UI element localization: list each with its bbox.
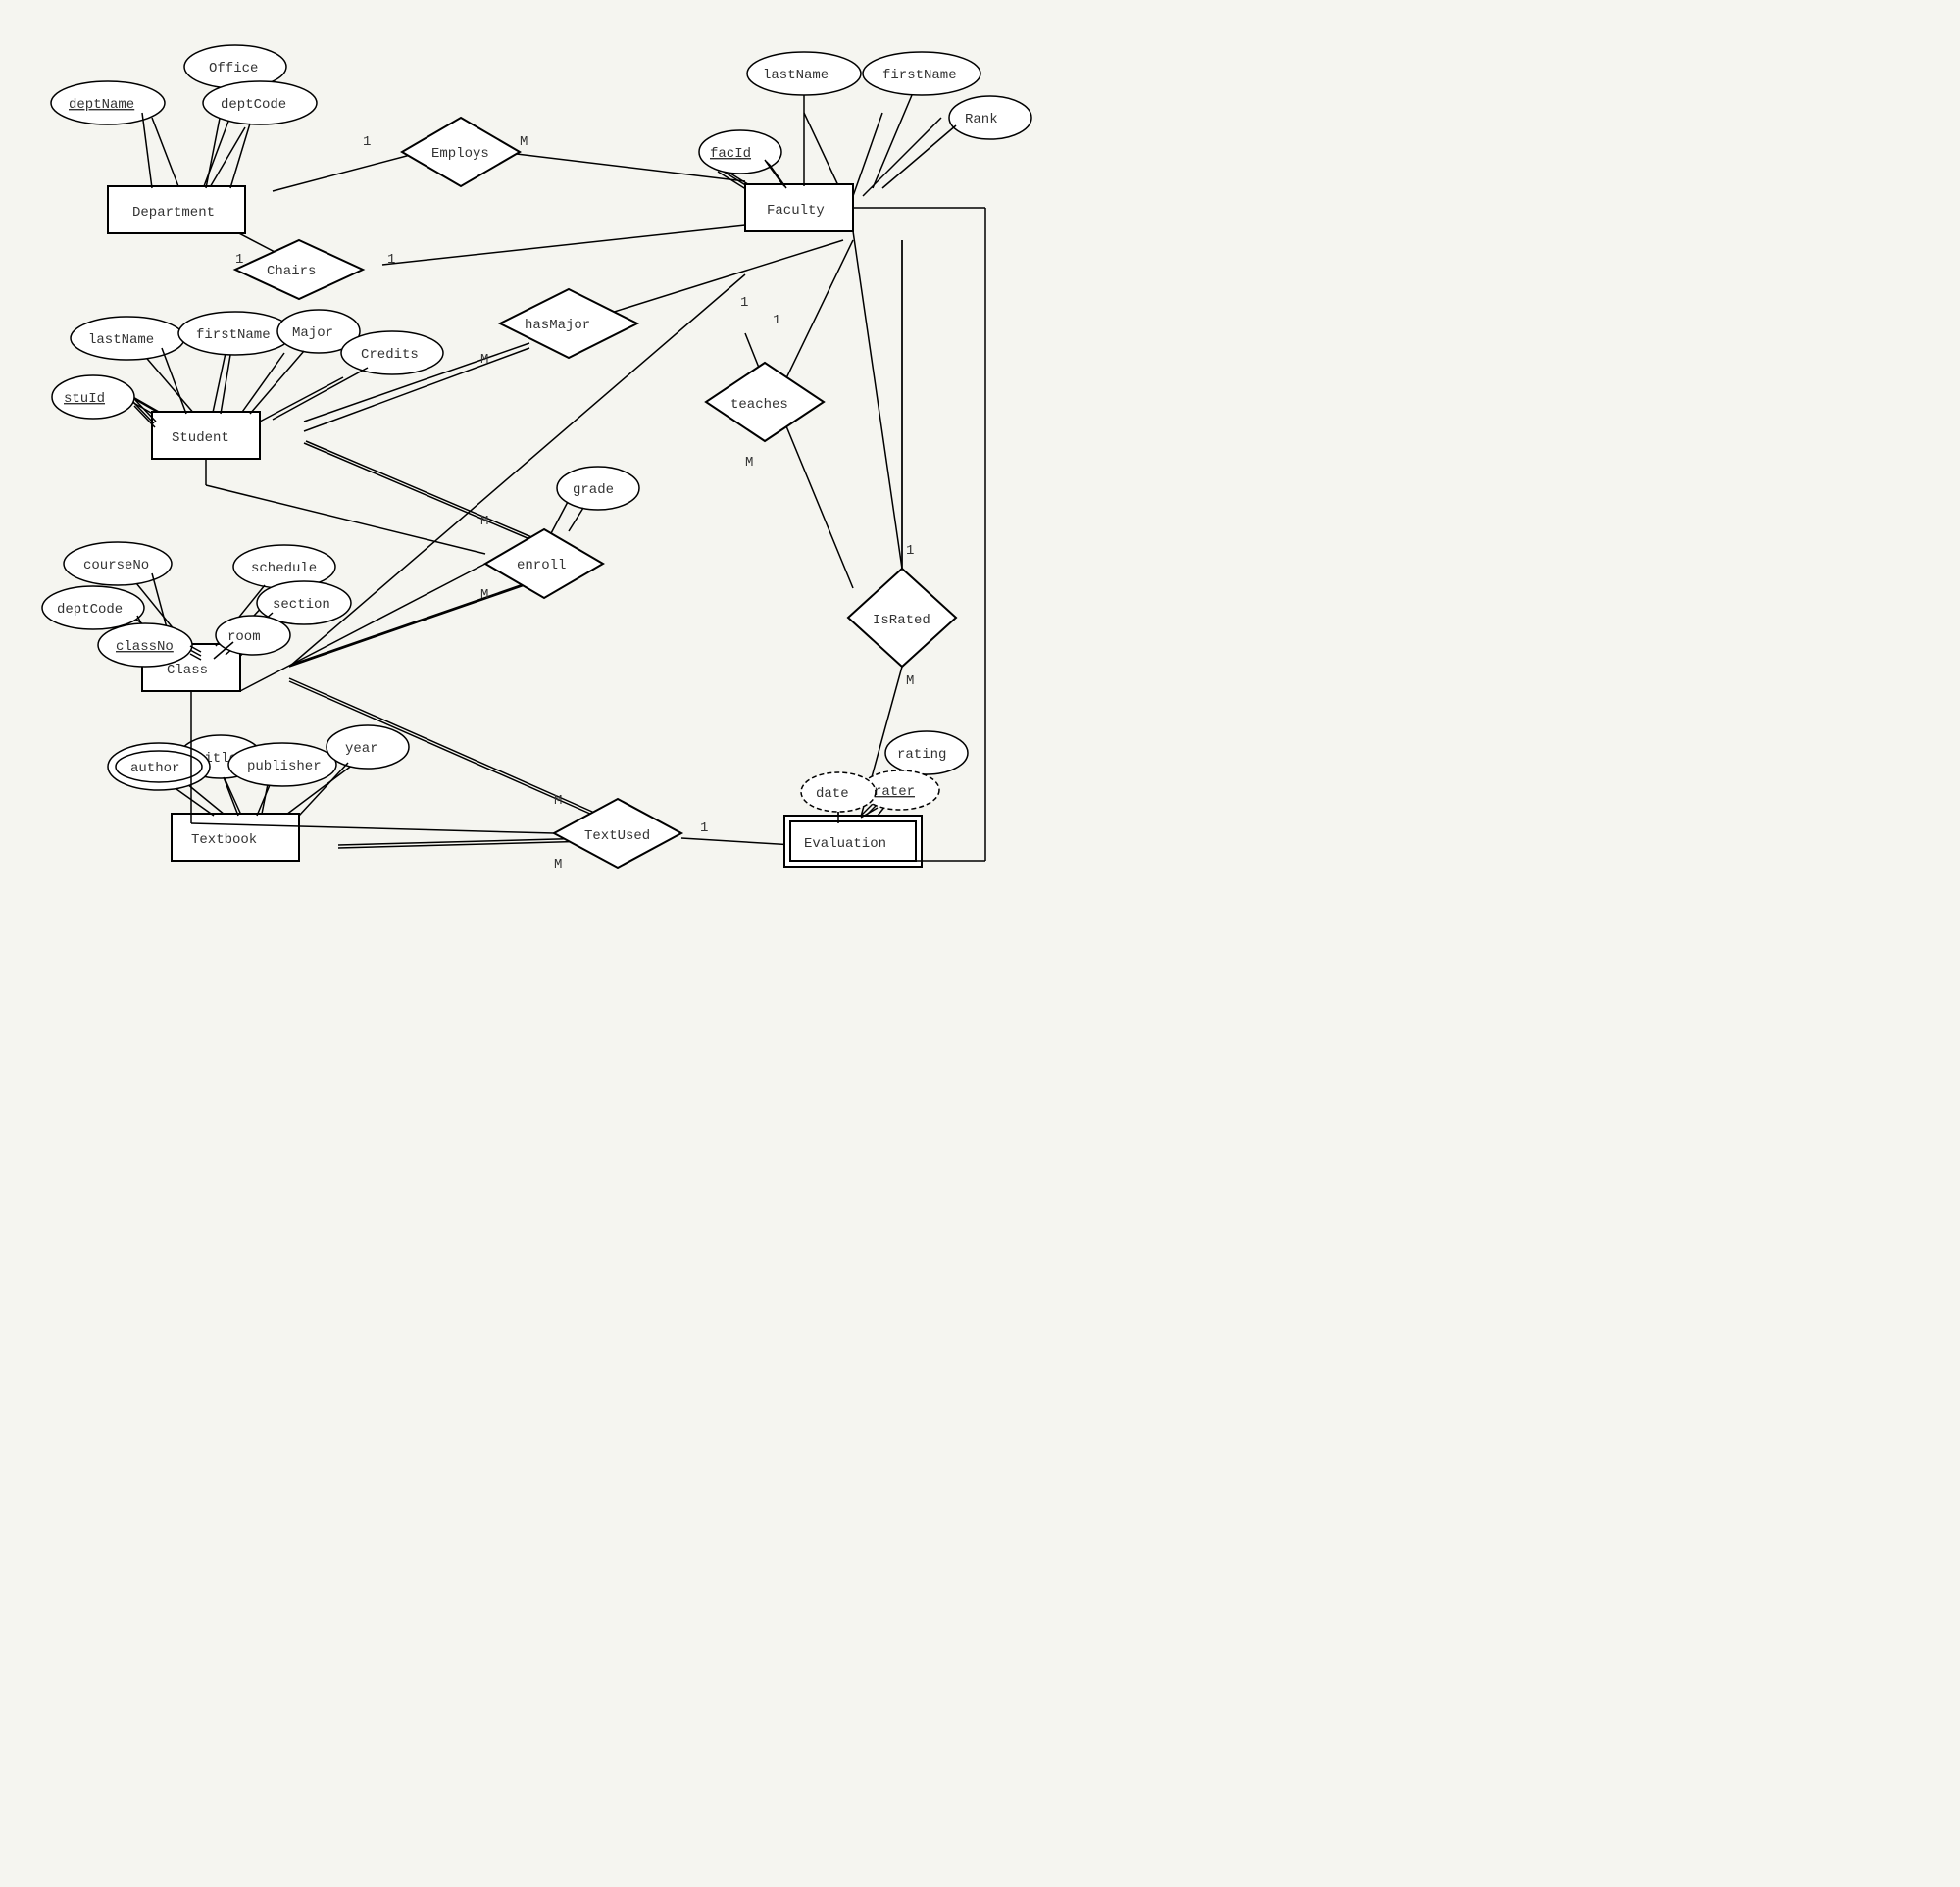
card-employs-m: M [520,134,528,150]
card-enroll-m2: M [480,587,488,603]
attr-faculty-firstname-label: firstName [882,68,957,83]
attr-deptcode-label: deptCode [221,97,286,113]
card-teaches-1: 1 [773,313,780,328]
attr-publisher-label: publisher [247,759,322,774]
attr-rater-label: rater [874,784,915,800]
attr-author-label: author [130,761,179,776]
entity-student-label: Student [172,430,229,446]
rel-israted-label: IsRated [873,613,930,628]
attr-section-label: section [273,597,330,613]
attr-schedule-label: schedule [251,561,317,576]
card-textused-1: 1 [700,820,708,836]
attr-credits-label: Credits [361,347,419,363]
attr-student-firstname-label: firstName [196,327,271,343]
rel-hasmajor-label: hasMajor [525,318,590,333]
attr-stuid-label: stuId [64,391,105,407]
card-hasmajor-m: M [480,352,488,368]
attr-faculty-lastname-label: lastName [763,68,829,83]
attr-grade-label: grade [573,482,614,498]
rel-enroll-label: enroll [517,558,566,573]
card-israted-m: M [906,673,914,689]
rel-textused-label: TextUsed [584,828,650,844]
entity-textbook-label: Textbook [191,832,257,848]
entity-department-label: Department [132,205,215,221]
attr-deptname-label: deptName [69,97,134,113]
attr-class-deptcode-label: deptCode [57,602,123,618]
er-diagram: Department Faculty Student Class Textboo… [0,0,1078,907]
attr-year-label: year [345,741,378,757]
rel-employs-label: Employs [431,146,489,162]
rel-teaches-label: teaches [730,397,788,413]
attr-facid-label: facId [710,146,751,162]
attr-rank-label: Rank [965,112,998,127]
rel-chairs-label: Chairs [267,264,316,279]
attr-rating-label: rating [897,747,946,763]
attr-date-label: date [816,786,849,802]
card-textused-m2: M [554,857,562,872]
card-textused-m1: M [554,793,562,809]
card-enroll-m1: M [480,514,488,529]
attr-office-label: Office [209,61,258,76]
attr-student-lastname-label: lastName [88,332,154,348]
attr-classno-label: classNo [116,639,174,655]
card-chairs-1b: 1 [387,252,395,268]
entity-faculty-label: Faculty [767,203,825,219]
card-employs-1: 1 [363,134,371,150]
attr-courseno-label: courseNo [83,558,149,573]
card-israted-1: 1 [906,543,914,559]
attr-major-label: Major [292,325,333,341]
card-teaches-m: M [745,455,753,471]
card-chairs-1a: 1 [235,252,243,268]
entity-evaluation-label: Evaluation [804,836,886,852]
card-hasmajor-1: 1 [740,295,748,311]
entity-class-label: Class [167,663,208,678]
